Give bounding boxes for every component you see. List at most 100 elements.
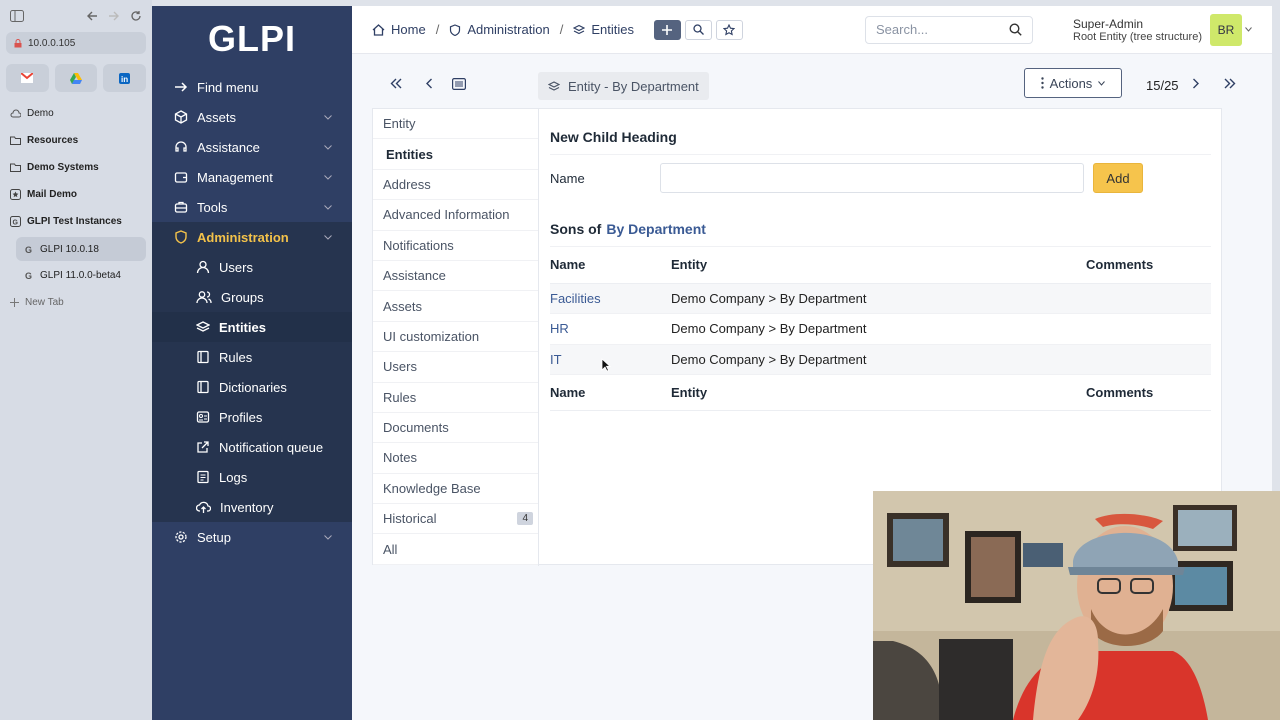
- bookmark-button[interactable]: [715, 19, 743, 40]
- row-name-link[interactable]: Facilities: [550, 283, 671, 314]
- last-item-icon[interactable]: [1224, 78, 1236, 89]
- sidebar-item-rules[interactable]: Rules: [152, 342, 352, 372]
- svg-text:G: G: [25, 271, 32, 280]
- pinned-linkedin[interactable]: in: [103, 64, 147, 92]
- sidebar-item-tools[interactable]: Tools: [152, 192, 352, 222]
- row-comments: [1086, 313, 1211, 345]
- search-list-button[interactable]: [684, 19, 712, 40]
- tab-all[interactable]: All: [373, 534, 538, 565]
- table-row: IT Demo Company > By Department: [550, 344, 1211, 375]
- next-item-icon[interactable]: [1192, 78, 1200, 89]
- list-view-icon[interactable]: [452, 78, 466, 90]
- tab-advanced-information[interactable]: Advanced Information: [373, 200, 538, 231]
- cloud-upload-icon: [196, 500, 211, 514]
- browser-controls: [0, 0, 152, 32]
- id-badge-icon: [196, 410, 210, 424]
- svg-text:G: G: [25, 245, 32, 254]
- breadcrumb-administration[interactable]: Administration: [467, 22, 549, 37]
- sidebar-item-label: Dictionaries: [219, 379, 287, 395]
- tab-content: New Child Heading Name Add Sons of By De…: [540, 109, 1221, 421]
- tab-assistance[interactable]: Assistance: [373, 261, 538, 292]
- browser-tab-glpi-11[interactable]: G GLPI 11.0.0-beta4: [16, 263, 146, 287]
- forward-icon[interactable]: [108, 10, 120, 22]
- folder-label: Mail Demo: [27, 189, 78, 200]
- tab-ui-customization[interactable]: UI customization: [373, 322, 538, 353]
- user-info[interactable]: Super-Admin Root Entity (tree structure): [1073, 17, 1202, 43]
- sidebar-toggle-icon[interactable]: [10, 10, 24, 22]
- global-search-input[interactable]: Search...: [865, 15, 1033, 44]
- sidebar-item-logs[interactable]: Logs: [152, 462, 352, 492]
- browser-tab-glpi-10[interactable]: G GLPI 10.0.18: [16, 237, 146, 261]
- url-bar[interactable]: 10.0.0.105: [6, 32, 146, 54]
- name-input[interactable]: [660, 163, 1084, 193]
- row-name-link[interactable]: HR: [550, 313, 671, 345]
- tab-users[interactable]: Users: [373, 352, 538, 383]
- sidebar-item-assets[interactable]: Assets: [152, 102, 352, 132]
- tab-historical[interactable]: Historical 4: [373, 504, 538, 535]
- folder-mail-demo[interactable]: Mail Demo: [0, 181, 152, 208]
- user-name: Super-Admin: [1073, 16, 1144, 31]
- sidebar-item-users[interactable]: Users: [152, 252, 352, 282]
- administration-submenu: Users Groups Entities Rules Dictionaries: [152, 252, 352, 522]
- sidebar-item-entities[interactable]: Entities: [152, 312, 352, 342]
- tab-rules[interactable]: Rules: [373, 383, 538, 413]
- layers-icon: [196, 320, 210, 334]
- sidebar-item-notification-queue[interactable]: Notification queue: [152, 432, 352, 462]
- sidebar-item-inventory[interactable]: Inventory: [152, 492, 352, 522]
- actions-button[interactable]: Actions: [1024, 68, 1122, 98]
- sidebar-item-profiles[interactable]: Profiles: [152, 402, 352, 432]
- chevron-down-icon: [324, 114, 332, 120]
- sidebar-item-administration[interactable]: Administration: [152, 222, 352, 252]
- pinned-gmail[interactable]: [6, 64, 49, 92]
- sidebar-item-groups[interactable]: Groups: [152, 282, 352, 312]
- glpi-logo[interactable]: GLPI: [152, 6, 352, 72]
- svg-text:in: in: [121, 75, 128, 84]
- sidebar-item-dictionaries[interactable]: Dictionaries: [152, 372, 352, 402]
- column-header-comments[interactable]: Comments: [1086, 247, 1211, 284]
- chevron-down-icon[interactable]: [1245, 27, 1252, 32]
- folder-label: GLPI Test Instances: [27, 216, 122, 227]
- tab-notes[interactable]: Notes: [373, 443, 538, 474]
- first-item-icon[interactable]: [390, 78, 402, 89]
- breadcrumb-home[interactable]: Home: [391, 22, 426, 37]
- tab-assets[interactable]: Assets: [373, 291, 538, 322]
- search-icon[interactable]: [1009, 23, 1022, 36]
- folder-resources[interactable]: Resources: [0, 127, 152, 154]
- reload-icon[interactable]: [130, 10, 142, 22]
- tab-knowledge-base[interactable]: Knowledge Base: [373, 474, 538, 505]
- breadcrumb-entities[interactable]: Entities: [591, 22, 634, 37]
- tab-entities[interactable]: Entities: [373, 139, 538, 170]
- column-header-name[interactable]: Name: [550, 247, 671, 284]
- folder-demo-systems[interactable]: Demo Systems: [0, 154, 152, 181]
- tab-documents[interactable]: Documents: [373, 413, 538, 444]
- linkedin-icon: in: [119, 72, 131, 84]
- sidebar-item-label: Notification queue: [219, 439, 324, 455]
- mouse-cursor-icon: [601, 358, 611, 372]
- tab-notifications[interactable]: Notifications: [373, 231, 538, 261]
- column-footer-entity: Entity: [671, 374, 1086, 411]
- find-menu-item[interactable]: Find menu: [152, 72, 352, 102]
- shield-icon: [174, 230, 188, 244]
- tab-address[interactable]: Address: [373, 170, 538, 201]
- folder-demo[interactable]: Demo: [0, 100, 152, 127]
- add-button[interactable]: Add: [1093, 163, 1143, 193]
- sidebar-item-label: Management: [197, 169, 273, 185]
- avatar[interactable]: BR: [1210, 13, 1242, 46]
- row-comments: [1086, 283, 1211, 314]
- sidebar-item-management[interactable]: Management: [152, 162, 352, 192]
- previous-item-icon[interactable]: [425, 78, 433, 89]
- folder-glpi-test[interactable]: G GLPI Test Instances: [0, 208, 152, 235]
- new-tab-button[interactable]: New Tab: [0, 289, 152, 315]
- pinned-drive[interactable]: [54, 64, 98, 92]
- wallet-icon: [174, 170, 188, 184]
- sidebar-item-assistance[interactable]: Assistance: [152, 132, 352, 162]
- sidebar-item-setup[interactable]: Setup: [152, 522, 352, 552]
- parent-entity-link[interactable]: By Department: [606, 221, 706, 237]
- column-header-entity[interactable]: Entity: [671, 247, 1086, 284]
- sidebar-item-label: Inventory: [220, 499, 274, 515]
- tab-label: Historical: [383, 511, 437, 527]
- back-icon[interactable]: [86, 10, 98, 22]
- name-label: Name: [550, 170, 585, 186]
- add-item-button[interactable]: [653, 19, 681, 40]
- tab-entity[interactable]: Entity: [373, 109, 538, 140]
